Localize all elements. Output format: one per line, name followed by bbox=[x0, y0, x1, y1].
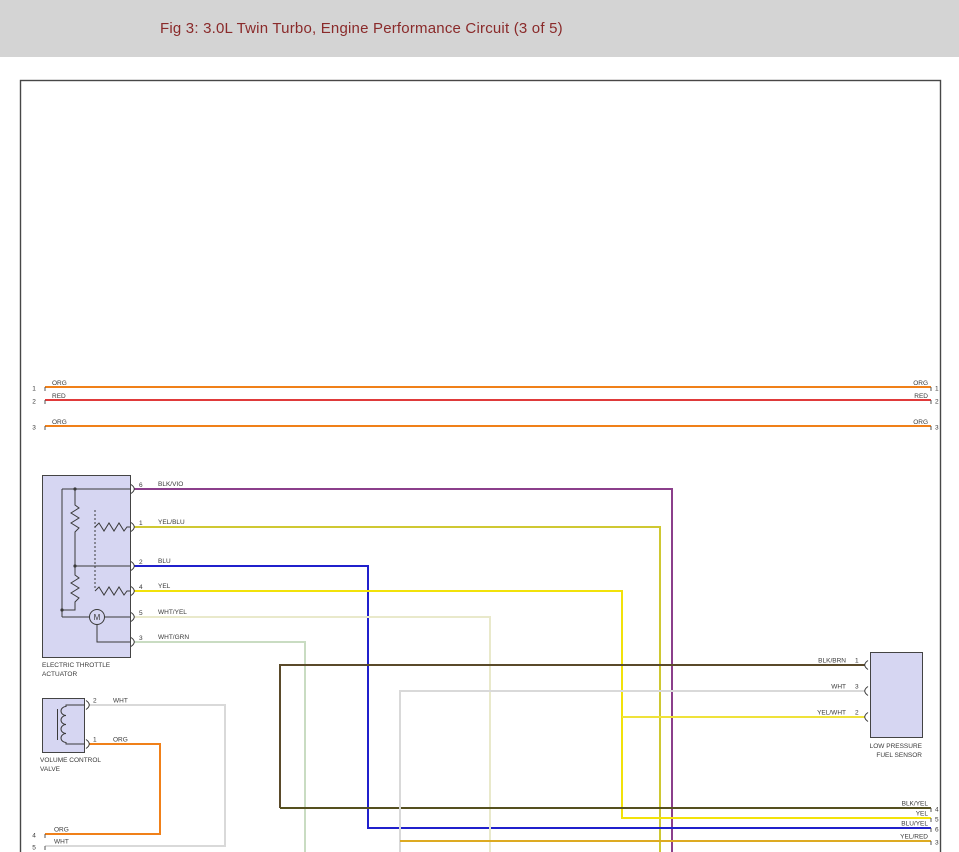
bottom-left-pin: 4 bbox=[32, 833, 36, 840]
throttle-pin-number: 5 bbox=[139, 610, 143, 617]
wire-yel bbox=[135, 591, 932, 818]
volume-control-valve: 2 1 WHT ORG VOLUME CONTROL VALVE bbox=[40, 698, 128, 774]
wire-label-blu: BLU bbox=[158, 558, 171, 565]
sensor-pin-number: 1 bbox=[855, 658, 859, 665]
wire-label-sensor-wht: WHT bbox=[831, 684, 846, 691]
bottom-right-pin: 6 bbox=[935, 827, 939, 834]
fuel-sensor-name-line2: FUEL SENSOR bbox=[876, 752, 922, 759]
bottom-right-pin: 4 bbox=[935, 807, 939, 814]
bottom-left-pin: 5 bbox=[32, 845, 36, 852]
fuel-sensor-name-line1: LOW PRESSURE bbox=[870, 743, 923, 750]
bus-right-pin: 1 bbox=[935, 386, 939, 393]
wire-label-yel-wht: YEL/WHT bbox=[817, 710, 846, 717]
volume-control-valve-name-line1: VOLUME CONTROL bbox=[40, 757, 101, 764]
bus-right-label: RED bbox=[914, 393, 928, 400]
wire-label-blk-yel: BLK/YEL bbox=[902, 801, 929, 808]
valve-pin-number: 1 bbox=[93, 737, 97, 744]
sensor-pin-number: 2 bbox=[855, 710, 859, 717]
electric-throttle-actuator: M 6 1 2 4 5 3 BLK/VIO YEL/BLU BLU YEL WH… bbox=[42, 476, 189, 679]
bus-left-label: RED bbox=[52, 393, 66, 400]
wire-label-yel-red: YEL/RED bbox=[900, 834, 928, 841]
wire-blu bbox=[135, 566, 932, 828]
valve-connector-brackets bbox=[86, 701, 89, 749]
bus-right-label: ORG bbox=[913, 380, 928, 387]
bus-left-label: ORG bbox=[52, 380, 67, 387]
throttle-actuator-name-line2: ACTUATOR bbox=[42, 671, 77, 678]
bus-left-pin: 1 bbox=[32, 386, 36, 393]
wire-label-yel: YEL bbox=[158, 583, 171, 590]
throttle-pin-number: 3 bbox=[139, 635, 143, 642]
wire-blk-vio bbox=[135, 489, 673, 852]
wire-label-wht-grn: WHT/GRN bbox=[158, 634, 189, 641]
sensor-pin-number: 3 bbox=[855, 684, 859, 691]
fuel-sensor-box bbox=[871, 653, 923, 738]
wire-label-blu-yel: BLU/YEL bbox=[901, 821, 928, 828]
wire-label-vcv-wht: WHT bbox=[113, 698, 128, 705]
wire-label-blk-vio: BLK/VIO bbox=[158, 481, 183, 488]
throttle-pin-number: 6 bbox=[139, 482, 143, 489]
wire-yel-blu bbox=[135, 527, 661, 852]
throttle-connector-brackets bbox=[131, 485, 134, 647]
bus-left-pin: 2 bbox=[32, 399, 36, 406]
throttle-actuator-name-line1: ELECTRIC THROTTLE bbox=[42, 662, 111, 669]
bus-left-label: ORG bbox=[52, 419, 67, 426]
motor-label: M bbox=[94, 613, 101, 622]
wire-label-bottom-yel: YEL bbox=[916, 811, 929, 818]
volume-control-valve-name-line2: VALVE bbox=[40, 766, 61, 773]
wire-label-bottom-org: ORG bbox=[54, 827, 69, 834]
wire-end-ticks bbox=[45, 387, 931, 850]
wire-label-bottom-wht: WHT bbox=[54, 839, 69, 846]
wire-label-blk-brn: BLK/BRN bbox=[818, 658, 846, 665]
wire-label-vcv-org: ORG bbox=[113, 737, 128, 744]
wires bbox=[45, 387, 931, 852]
circuit-diagram: M 6 1 2 4 5 3 BLK/VIO YEL/BLU BLU YEL WH… bbox=[0, 0, 959, 852]
wire-label-wht-yel: WHT/YEL bbox=[158, 609, 187, 616]
bottom-right-pin: 5 bbox=[935, 817, 939, 824]
bus-left-pin: 3 bbox=[32, 425, 36, 432]
bus-right-label: ORG bbox=[913, 419, 928, 426]
bus-right-pin: 2 bbox=[935, 399, 939, 406]
bottom-right-pin: 3 bbox=[935, 840, 939, 847]
throttle-pin-number: 2 bbox=[139, 559, 143, 566]
wire-label-yel-blu: YEL/BLU bbox=[158, 519, 185, 526]
throttle-pin-number: 4 bbox=[139, 584, 143, 591]
low-pressure-fuel-sensor: BLK/BRN WHT YEL/WHT 1 3 2 LOW PRESSURE F… bbox=[817, 653, 923, 760]
diagram-frame bbox=[21, 81, 941, 852]
bottom-left-wire-labels: 4 ORG 5 WHT bbox=[32, 827, 69, 852]
bottom-right-wire-labels: BLK/YEL 4 YEL 5 BLU/YEL 6 YEL/RED 3 bbox=[900, 801, 939, 847]
wire-wht-yel bbox=[135, 617, 491, 852]
valve-pin-number: 2 bbox=[93, 698, 97, 705]
throttle-pin-number: 1 bbox=[139, 520, 143, 527]
sensor-connector-brackets bbox=[865, 661, 868, 722]
bus-right-pin: 3 bbox=[935, 425, 939, 432]
